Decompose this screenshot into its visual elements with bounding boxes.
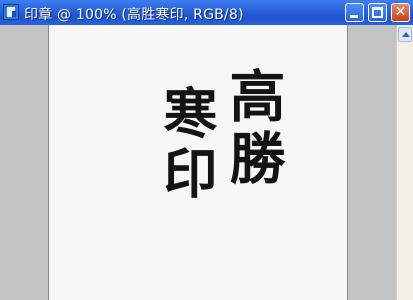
maximize-button[interactable] [368,3,387,22]
document-canvas[interactable]: 高勝 寒印 [48,25,348,300]
document-image-icon[interactable] [3,4,19,20]
scroll-up-arrow-icon[interactable] [398,27,412,42]
minimize-button[interactable] [345,3,364,22]
seal-column-left: 寒印 [154,85,218,205]
maximize-icon [372,7,383,18]
minimize-icon [350,15,358,18]
close-button[interactable]: ✕ [391,3,410,22]
close-icon: ✕ [394,4,407,20]
vertical-scrollbar[interactable] [396,25,413,300]
window-title: 印章 @ 100% (高胜寒印, RGB/8) [24,7,244,23]
seal-column-right: 高勝 [220,67,286,191]
window-titlebar[interactable]: 印章 @ 100% (高胜寒印, RGB/8) ✕ [0,0,413,26]
workspace-background-left [0,25,48,300]
workspace-background-right [348,25,396,300]
